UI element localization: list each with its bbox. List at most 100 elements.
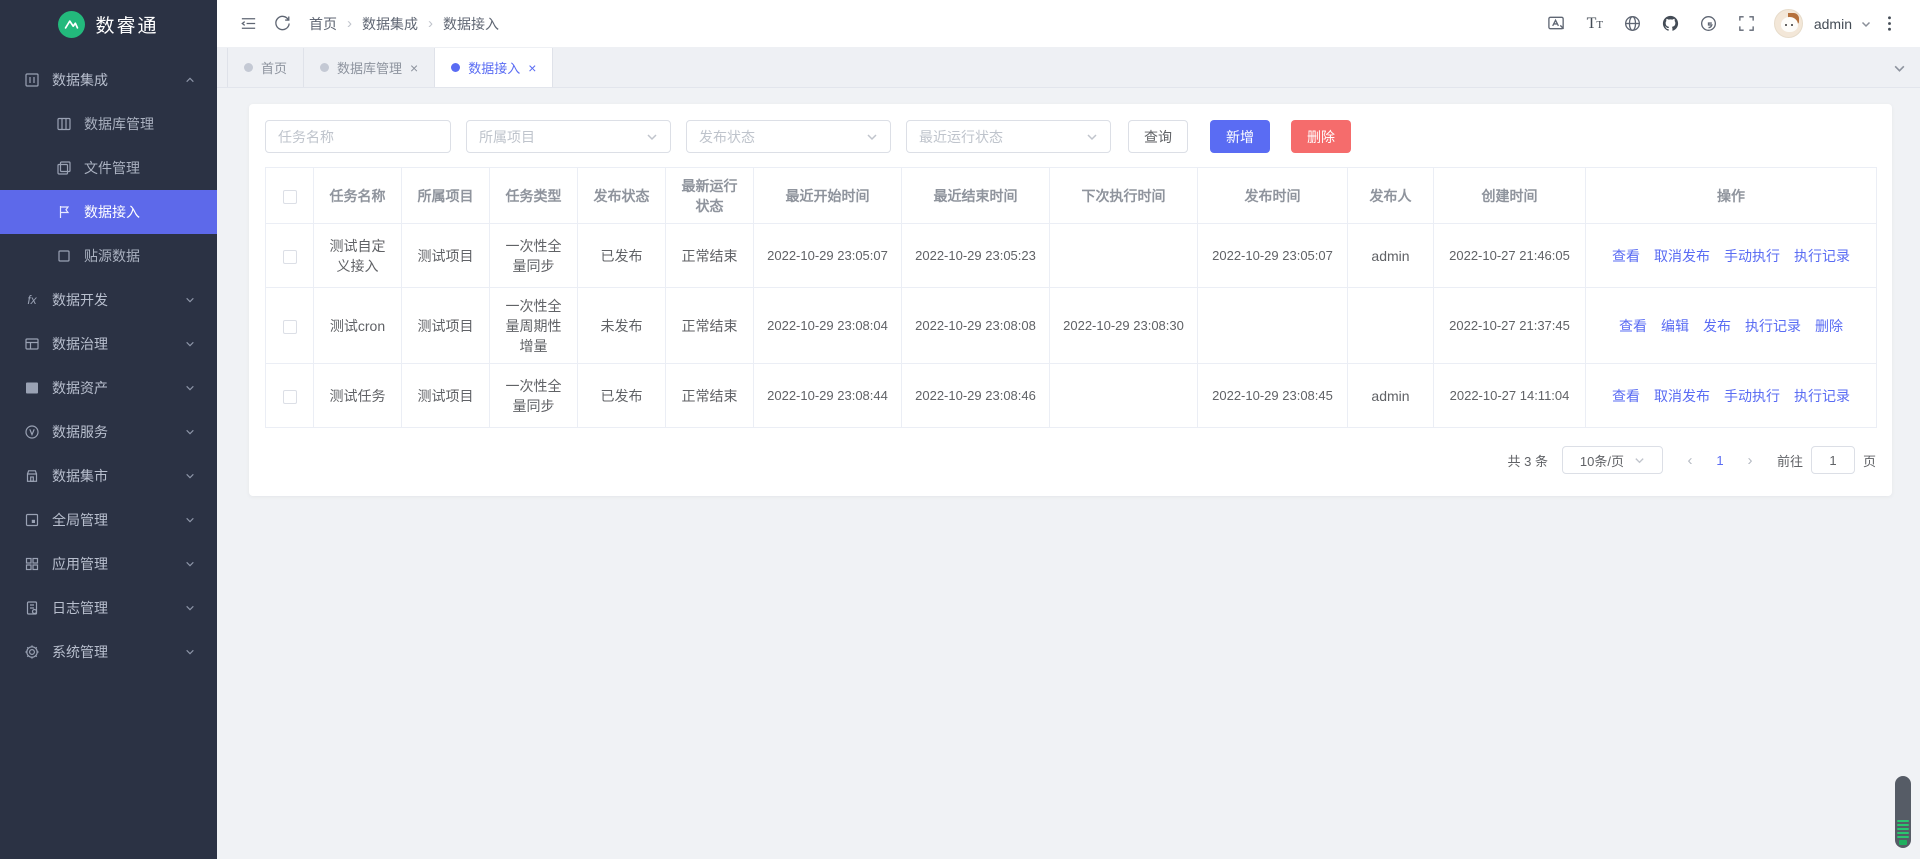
action-unpublish-link[interactable]: 取消发布 <box>1654 246 1710 266</box>
cell-publisher: admin <box>1347 363 1434 428</box>
image-text-icon <box>1548 16 1565 30</box>
sidebar-item-system-management[interactable]: 系统管理 <box>0 630 217 674</box>
username-label[interactable]: admin <box>1814 16 1852 32</box>
app-logo[interactable]: 数睿通 <box>0 0 217 48</box>
tab-options-button[interactable] <box>1893 48 1906 88</box>
action-delete-link[interactable]: 删除 <box>1815 316 1843 336</box>
add-button[interactable]: 新增 <box>1210 120 1270 153</box>
tab-bar: 首页 数据库管理 × 数据接入 × <box>217 48 1920 88</box>
refresh-icon <box>274 15 290 31</box>
cell-run-status: 正常结束 <box>665 287 754 364</box>
next-page-button[interactable]: › <box>1737 446 1763 474</box>
scroll-widget[interactable] <box>1895 776 1911 848</box>
more-menu-button[interactable] <box>1876 7 1902 41</box>
action-view-link[interactable]: 查看 <box>1619 316 1647 336</box>
cell-next-time: 2022-10-29 23:08:30 <box>1049 287 1198 364</box>
action-view-link[interactable]: 查看 <box>1612 246 1640 266</box>
screenshot-translate-button[interactable] <box>1540 7 1574 41</box>
breadcrumb-home[interactable]: 首页 <box>309 14 337 34</box>
action-publish-link[interactable]: 发布 <box>1703 316 1731 336</box>
action-manual-run-link[interactable]: 手动执行 <box>1724 386 1780 406</box>
app-root: 数睿通 数据集成 数据库管理 文件管理 数据接入 贴源数据 fx 数据开发 数据… <box>0 0 1920 859</box>
tab-close-icon[interactable]: × <box>528 61 536 75</box>
row-checkbox[interactable] <box>282 319 297 334</box>
row-checkbox[interactable] <box>282 389 297 404</box>
sidebar-item-label: 数据服务 <box>52 424 108 440</box>
page-number-1[interactable]: 1 <box>1707 446 1733 474</box>
database-icon <box>57 117 71 131</box>
sidebar-item-data-mart[interactable]: 数据集市 <box>0 454 217 498</box>
terminal-icon <box>26 382 38 394</box>
tab-data-access[interactable]: 数据接入 × <box>435 48 554 87</box>
font-size-button[interactable]: TT <box>1578 7 1612 41</box>
page-size-select[interactable]: 10条/页 <box>1561 446 1663 474</box>
cell-publish-status: 已发布 <box>577 223 666 288</box>
tab-close-icon[interactable]: × <box>410 61 418 75</box>
user-avatar[interactable] <box>1773 9 1803 38</box>
tab-home[interactable]: 首页 <box>227 48 305 87</box>
gear-icon <box>25 645 39 659</box>
task-name-input[interactable] <box>265 120 451 153</box>
refresh-button[interactable] <box>265 7 299 41</box>
goto-page-input[interactable] <box>1810 446 1855 474</box>
user-menu-chevron-icon[interactable] <box>1860 18 1872 30</box>
sidebar-item-source-data[interactable]: 贴源数据 <box>0 234 217 278</box>
pagination: 共 3 条 10条/页 ‹ 1 › 前往 页 <box>265 446 1876 474</box>
globe-icon <box>1625 15 1641 32</box>
cell-project: 测试项目 <box>401 223 490 288</box>
sidebar-item-data-access[interactable]: 数据接入 <box>0 190 217 234</box>
cell-publish-time: 2022-10-29 23:05:07 <box>1197 223 1348 288</box>
sidebar: 数睿通 数据集成 数据库管理 文件管理 数据接入 贴源数据 fx 数据开发 数据… <box>0 0 217 859</box>
action-manual-run-link[interactable]: 手动执行 <box>1724 246 1780 266</box>
fullscreen-button[interactable] <box>1730 7 1764 41</box>
tab-database-management[interactable]: 数据库管理 × <box>304 48 436 87</box>
sidebar-collapse-button[interactable] <box>231 7 265 41</box>
delete-button[interactable]: 删除 <box>1291 120 1351 153</box>
select-all-checkbox[interactable] <box>282 189 297 204</box>
sidebar-menu: 数据集成 数据库管理 文件管理 数据接入 贴源数据 fx 数据开发 数据治理 数… <box>0 48 217 674</box>
sidebar-item-app-management[interactable]: 应用管理 <box>0 542 217 586</box>
page-content: 所属项目 发布状态 最近运行状态 查询 新增 删除 <box>217 88 1920 859</box>
cell-create-time: 2022-10-27 14:11:04 <box>1433 363 1586 428</box>
cell-start-time: 2022-10-29 23:05:07 <box>753 223 902 288</box>
breadcrumb-data-integration[interactable]: 数据集成 <box>362 14 418 34</box>
action-exec-log-link[interactable]: 执行记录 <box>1794 246 1850 266</box>
sidebar-item-log-management[interactable]: 日志管理 <box>0 586 217 630</box>
sidebar-item-database-management[interactable]: 数据库管理 <box>0 102 217 146</box>
sidebar-item-data-governance[interactable]: 数据治理 <box>0 322 217 366</box>
table-row: 测试cron 测试项目 一次性全量周期性增量 未发布 正常结束 2022-10-… <box>265 287 1877 364</box>
cell-publish-time <box>1197 287 1348 364</box>
action-exec-log-link[interactable]: 执行记录 <box>1745 316 1801 336</box>
scroll-widget-stripes-icon <box>1897 820 1909 838</box>
sidebar-item-global-management[interactable]: 全局管理 <box>0 498 217 542</box>
cell-operations: 查看 取消发布 手动执行 执行记录 <box>1585 363 1877 428</box>
main-area: 首页 › 数据集成 › 数据接入 TT admin 首页 数据库管理 × 数据接… <box>217 0 1920 859</box>
prev-page-button[interactable]: ‹ <box>1677 446 1703 474</box>
sidebar-item-data-assets[interactable]: 数据资产 <box>0 366 217 410</box>
chevron-down-icon <box>1635 457 1644 463</box>
run-status-select[interactable]: 最近运行状态 <box>906 120 1111 153</box>
language-button[interactable] <box>1616 7 1650 41</box>
project-select[interactable]: 所属项目 <box>466 120 671 153</box>
sidebar-item-data-services[interactable]: 数据服务 <box>0 410 217 454</box>
action-unpublish-link[interactable]: 取消发布 <box>1654 386 1710 406</box>
tab-label: 数据接入 <box>468 61 521 76</box>
publish-status-select[interactable]: 发布状态 <box>686 120 891 153</box>
action-view-link[interactable]: 查看 <box>1612 386 1640 406</box>
table-row: 测试自定义接入 测试项目 一次性全量同步 已发布 正常结束 2022-10-29… <box>265 223 1877 288</box>
page-size-value: 10条/页 <box>1579 453 1624 469</box>
chevron-down-icon <box>186 517 194 523</box>
header-actions: TT admin <box>1540 7 1902 41</box>
sidebar-item-data-development[interactable]: fx 数据开发 <box>0 278 217 322</box>
sidebar-item-data-integration[interactable]: 数据集成 <box>0 58 217 102</box>
github-button[interactable] <box>1654 7 1688 41</box>
sidebar-item-file-management[interactable]: 文件管理 <box>0 146 217 190</box>
run-status-placeholder: 最近运行状态 <box>919 128 1003 145</box>
row-checkbox[interactable] <box>282 249 297 264</box>
files-icon <box>57 161 71 175</box>
action-edit-link[interactable]: 编辑 <box>1661 316 1689 336</box>
action-exec-log-link[interactable]: 执行记录 <box>1794 386 1850 406</box>
gitee-icon <box>1701 15 1717 32</box>
gitee-button[interactable] <box>1692 7 1726 41</box>
search-button[interactable]: 查询 <box>1128 120 1188 153</box>
